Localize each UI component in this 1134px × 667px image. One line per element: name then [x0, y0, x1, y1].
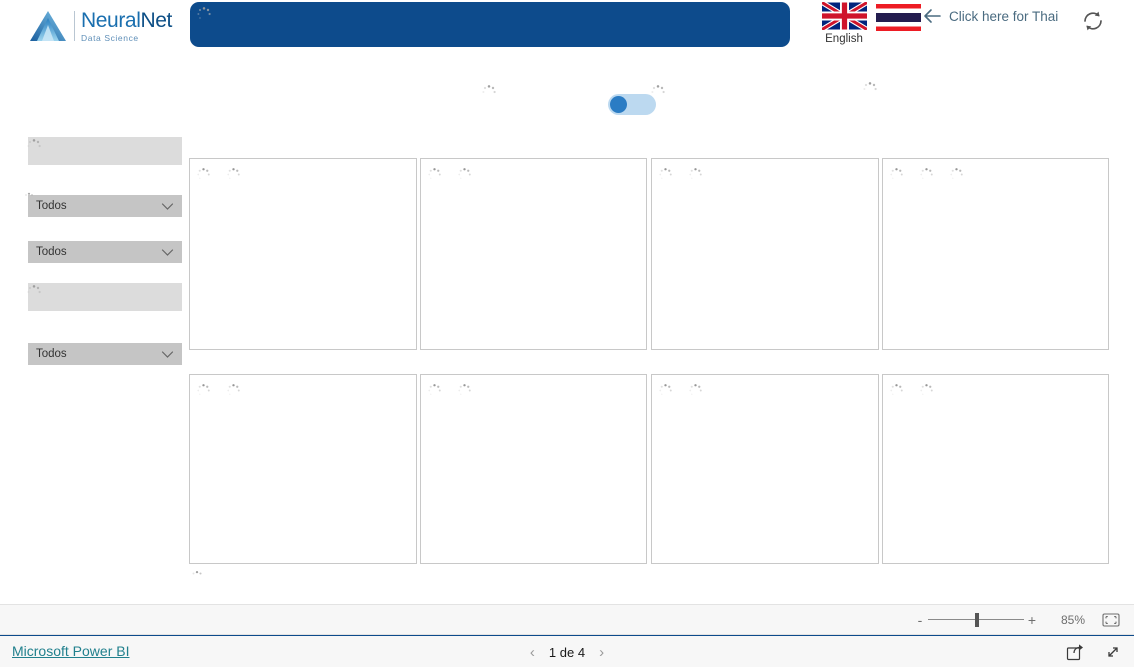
visual-card-1-loading-spinner-2 — [226, 167, 242, 183]
share-icon[interactable] — [1066, 643, 1084, 661]
chevron-down-icon — [161, 350, 174, 359]
visual-card-6-loading-spinner-1 — [427, 383, 443, 399]
slicer-dropdown-2[interactable]: Todos — [28, 241, 182, 263]
slicer-header-2-loading-spinner — [26, 284, 42, 300]
slicer-dropdown-1-loading-spinner — [23, 191, 39, 207]
visual-card-5-loading-spinner-2 — [226, 383, 242, 399]
report-title-banner — [190, 2, 790, 47]
visual-card-2-loading-spinner-2 — [457, 167, 473, 183]
uk-flag-icon[interactable] — [820, 0, 869, 32]
switch-to-thai-label: Click here for Thai — [949, 8, 1059, 24]
slicer-dropdown-1-value: Todos — [36, 200, 67, 212]
logo-title-part2: Net — [140, 8, 172, 32]
visual-card-6-loading-spinner-2 — [457, 383, 473, 399]
visual-card-4-loading-spinner-1 — [889, 167, 905, 183]
visual-card-6[interactable] — [420, 374, 647, 564]
logo-title-part1: Neural — [81, 8, 141, 32]
previous-page-button[interactable]: ‹ — [530, 644, 535, 661]
page-indicator-label: 1 de 4 — [548, 645, 586, 660]
visual-card-5[interactable] — [189, 374, 417, 564]
trailing-loading-spinner — [190, 570, 206, 586]
zoom-status-bar: - + 85% — [0, 604, 1134, 635]
neuralnet-logo: NeuralNet Data Science — [28, 6, 184, 46]
triangle-mountain-logo-icon — [28, 9, 68, 43]
far-right-loading-spinner — [862, 81, 878, 97]
visual-card-7[interactable] — [651, 374, 879, 564]
visual-card-8-loading-spinner-2 — [919, 383, 935, 399]
report-canvas: NeuralNet Data Science English Click her… — [0, 0, 1134, 604]
visual-card-3[interactable] — [651, 158, 879, 350]
visual-card-8-loading-spinner-1 — [889, 383, 905, 399]
zoom-percent-label: 85% — [1060, 612, 1086, 627]
toggle-knob — [610, 96, 627, 113]
visual-card-8[interactable] — [882, 374, 1109, 564]
slicer-dropdown-2-value: Todos — [36, 246, 67, 258]
chevron-down-icon — [161, 248, 174, 257]
visual-card-1[interactable] — [189, 158, 417, 350]
visual-card-3-loading-spinner-1 — [658, 167, 674, 183]
slicer-header-2[interactable] — [28, 283, 182, 311]
fullscreen-expand-icon[interactable] — [1104, 643, 1122, 661]
thailand-flag-icon[interactable] — [876, 4, 921, 31]
next-page-button[interactable]: › — [599, 644, 604, 661]
visual-card-4-loading-spinner-2 — [919, 167, 935, 183]
report-footer: Microsoft Power BI ‹ 1 de 4 › — [0, 635, 1134, 667]
slicer-dropdown-3[interactable]: Todos — [28, 343, 182, 365]
logo-divider — [74, 11, 75, 41]
visual-card-4-loading-spinner-3 — [949, 167, 965, 183]
page-navigation: ‹ 1 de 4 › — [0, 644, 1134, 661]
zoom-slider[interactable] — [928, 612, 1024, 627]
power-bi-report-page: NeuralNet Data Science English Click her… — [0, 0, 1134, 667]
banner-loading-spinner — [196, 6, 212, 22]
fit-to-page-icon[interactable] — [1102, 612, 1120, 628]
visual-card-2-loading-spinner-1 — [427, 167, 443, 183]
slicer-header-1-loading-spinner — [26, 138, 42, 154]
slicer-dropdown-1[interactable]: Todos — [28, 195, 182, 217]
zoom-slider-handle[interactable] — [975, 612, 980, 627]
visual-card-1-loading-spinner-1 — [196, 167, 212, 183]
toggle-left-loading-spinner — [481, 84, 497, 100]
visual-card-7-loading-spinner-2 — [688, 383, 704, 399]
visual-card-3-loading-spinner-2 — [688, 167, 704, 183]
logo-subtitle: Data Science — [81, 32, 139, 43]
visual-card-2[interactable] — [420, 158, 647, 350]
logo-text-block: NeuralNet Data Science — [81, 10, 172, 43]
slicer-header-1[interactable] — [28, 137, 182, 165]
visual-card-5-loading-spinner-1 — [196, 383, 212, 399]
language-caption-english: English — [825, 33, 863, 45]
chevron-down-icon — [161, 202, 174, 211]
visual-card-4[interactable] — [882, 158, 1109, 350]
visual-card-7-loading-spinner-1 — [658, 383, 674, 399]
refresh-sync-icon[interactable] — [1078, 6, 1108, 36]
slicer-dropdown-3-value: Todos — [36, 348, 67, 360]
zoom-in-button[interactable]: + — [1024, 612, 1040, 628]
switch-to-thai-link[interactable]: Click here for Thai — [922, 8, 1058, 24]
zoom-out-button[interactable]: - — [912, 612, 928, 628]
toggle-right-loading-spinner — [650, 84, 666, 100]
logo-title: NeuralNet — [81, 10, 172, 31]
arrow-left-icon — [922, 8, 942, 24]
display-mode-toggle[interactable] — [608, 94, 656, 115]
